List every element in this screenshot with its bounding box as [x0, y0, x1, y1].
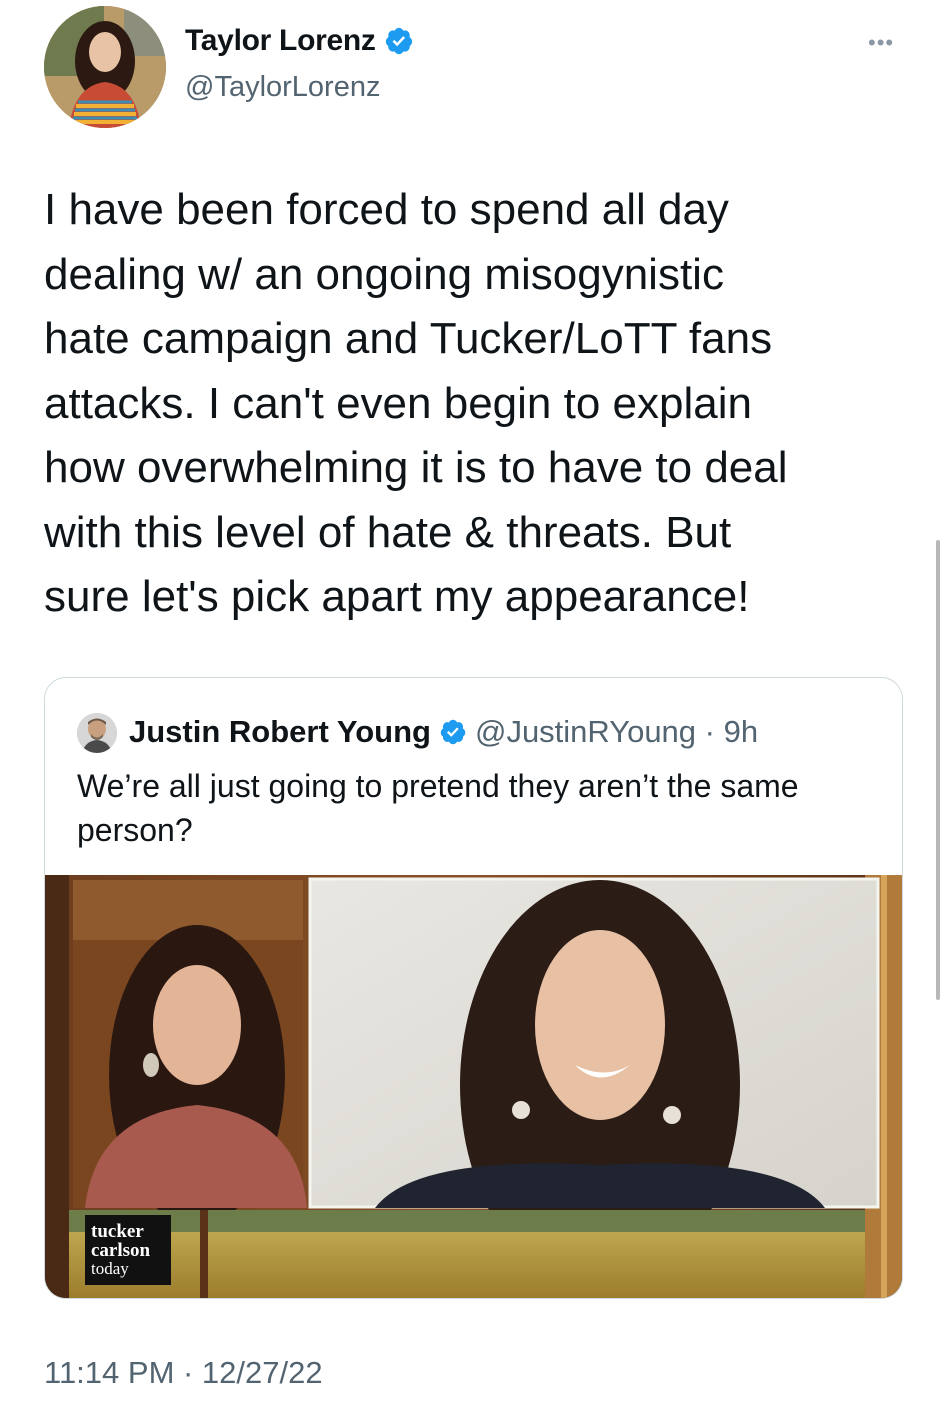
scrollbar[interactable]	[936, 540, 940, 1000]
quoted-display-name[interactable]: Justin Robert Young	[129, 714, 431, 750]
tweet-text: I have been forced to spend all day deal…	[44, 185, 788, 621]
author-handle[interactable]: @TaylorLorenz	[185, 71, 380, 104]
verified-badge-icon	[440, 719, 466, 745]
quoted-text: We’re all just going to pretend they are…	[77, 768, 799, 848]
quoted-media-image[interactable]: tucker carlson today	[45, 875, 902, 1298]
author-display-name[interactable]: Taylor Lorenz	[185, 24, 376, 58]
show-logo-tucker: tucker	[91, 1221, 144, 1242]
author-avatar[interactable]	[44, 6, 166, 128]
show-logo-today: today	[91, 1259, 129, 1278]
more-horizontal-icon[interactable]: •••	[868, 30, 894, 56]
show-logo-carlson: carlson	[91, 1240, 151, 1261]
quoted-author-avatar[interactable]	[77, 713, 117, 753]
verified-badge-icon	[385, 27, 412, 55]
quoted-tweet-card[interactable]: Justin Robert Young @JustinRYoung · 9h W…	[44, 677, 903, 1299]
author-name-row[interactable]: Taylor Lorenz	[185, 24, 414, 58]
quoted-handle-time[interactable]: @JustinRYoung · 9h	[475, 714, 758, 750]
tweet-timestamp[interactable]: 11:14 PM · 12/27/22	[44, 1355, 323, 1391]
quoted-header[interactable]: Justin Robert Young @JustinRYoung · 9h	[129, 714, 758, 750]
